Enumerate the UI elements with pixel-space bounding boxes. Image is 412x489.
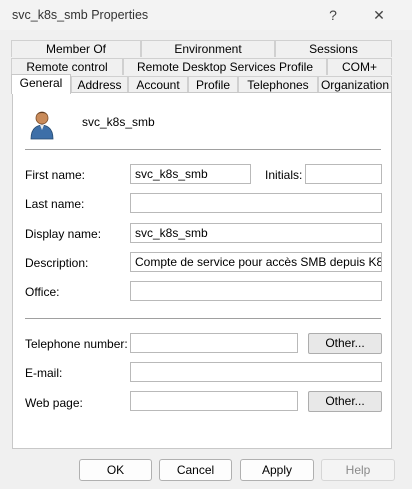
initials-field[interactable] (305, 164, 382, 184)
separator-top (25, 149, 381, 150)
tab-com-plus[interactable]: COM+ (327, 58, 392, 75)
last-name-field[interactable] (130, 193, 382, 213)
help-icon[interactable]: ? (318, 3, 348, 27)
tab-organization[interactable]: Organization (318, 76, 392, 93)
tab-remote-control[interactable]: Remote control (11, 58, 123, 75)
tab-profile[interactable]: Profile (188, 76, 238, 93)
last-name-label: Last name: (25, 197, 85, 211)
window-title: svc_k8s_smb Properties (12, 8, 149, 22)
ok-button[interactable]: OK (79, 459, 152, 481)
telephone-other-button[interactable]: Other... (308, 333, 382, 354)
office-field[interactable] (130, 281, 382, 301)
apply-button[interactable]: Apply (240, 459, 314, 481)
help-button[interactable]: Help (321, 459, 395, 481)
tab-sessions[interactable]: Sessions (275, 40, 392, 57)
tab-rds-profile[interactable]: Remote Desktop Services Profile (123, 58, 327, 75)
description-field[interactable]: Compte de service pour accès SMB depuis … (130, 252, 382, 272)
display-name-field[interactable]: svc_k8s_smb (130, 223, 382, 243)
web-page-label: Web page: (25, 396, 83, 410)
tab-telephones[interactable]: Telephones (238, 76, 318, 93)
description-label: Description: (25, 256, 89, 270)
telephone-label: Telephone number: (25, 337, 128, 351)
tab-general[interactable]: General (11, 74, 71, 94)
tab-environment[interactable]: Environment (141, 40, 275, 57)
email-label: E-mail: (25, 366, 63, 380)
display-name-label: Display name: (25, 227, 102, 241)
web-page-field[interactable] (130, 391, 298, 411)
first-name-label: First name: (25, 168, 86, 182)
initials-label: Initials: (265, 168, 303, 182)
title-bar: svc_k8s_smb Properties ? ✕ (0, 0, 412, 30)
tab-address[interactable]: Address (71, 76, 128, 93)
close-icon[interactable]: ✕ (364, 3, 394, 27)
user-icon (30, 111, 54, 140)
web-page-other-button[interactable]: Other... (308, 391, 382, 412)
first-name-field[interactable]: svc_k8s_smb (130, 164, 251, 184)
tab-member-of[interactable]: Member Of (11, 40, 141, 57)
telephone-field[interactable] (130, 333, 298, 353)
cancel-button[interactable]: Cancel (159, 459, 232, 481)
account-name: svc_k8s_smb (82, 115, 155, 129)
email-field[interactable] (130, 362, 382, 382)
separator-middle (25, 318, 381, 319)
office-label: Office: (25, 285, 60, 299)
tab-account[interactable]: Account (128, 76, 188, 93)
